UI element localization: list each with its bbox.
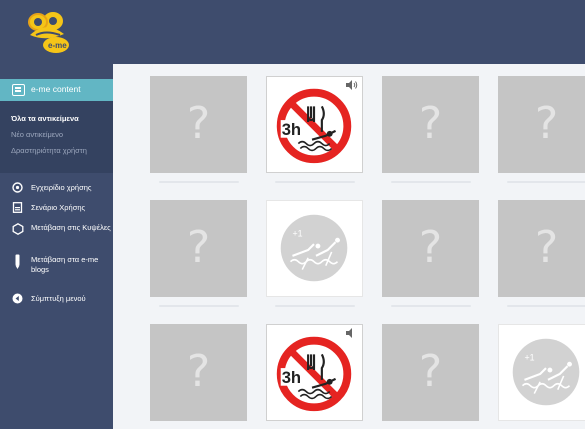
top-bar: e-me [0, 0, 585, 64]
no-swimming-after-eating-image: 3h [276, 88, 352, 164]
card-swimmers-plus-one[interactable]: +1 [266, 200, 363, 297]
sidebar-subitem-all-objects[interactable]: Όλα τα αντικείμενα [11, 114, 107, 124]
sidebar-item-scenario[interactable]: Σενάριο Χρήσης [0, 202, 113, 216]
card-face-down[interactable]: ? [150, 200, 247, 297]
speaker-icon[interactable] [346, 328, 358, 338]
sidebar-item-label: Μετάβαση στις Κυψέλες [31, 223, 111, 232]
memory-game-board: ? 3h ? ? ? +1 ? ? ? 3h ? +1 [113, 64, 585, 429]
svg-text:e-me: e-me [48, 41, 67, 50]
card-face-down[interactable]: ? [382, 200, 479, 297]
card-text: +1 [292, 228, 302, 238]
sidebar-submenu: Όλα τα αντικείμενα Νέο αντικείμενο Δραστ… [0, 101, 113, 173]
sidebar-item-label: Εγχειρίδιο χρήσης [31, 183, 92, 192]
card-shadow [507, 305, 585, 307]
help-icon [12, 182, 23, 193]
card-shadow [507, 181, 585, 183]
question-mark: ? [534, 222, 559, 273]
sidebar-header-e-me-content[interactable]: e-me content [0, 79, 120, 101]
card-face-down[interactable]: ? [150, 76, 247, 173]
card-shadow [391, 305, 471, 307]
card-text: +1 [524, 352, 534, 362]
question-mark: ? [418, 98, 443, 149]
question-mark: ? [186, 98, 211, 149]
card-face-down[interactable]: ? [382, 76, 479, 173]
card-face-down[interactable]: ? [498, 76, 585, 173]
card-shadow [275, 181, 355, 183]
no-swimming-after-eating-image: 3h [276, 336, 352, 412]
content-icon [12, 84, 25, 96]
sidebar-item-label: Σύμπτυξη μενού [31, 294, 86, 303]
question-mark: ? [186, 222, 211, 273]
question-mark: ? [418, 222, 443, 273]
sidebar-item-blogs[interactable]: Μετάβαση στα e-me blogs [0, 254, 113, 280]
card-face-down[interactable]: ? [382, 324, 479, 421]
card-shadow [159, 305, 239, 307]
hexagon-icon [12, 223, 24, 235]
card-shadow [275, 305, 355, 307]
card-face-down[interactable]: ? [498, 200, 585, 297]
card-no-swimming-3h[interactable]: 3h [266, 76, 363, 173]
sidebar: e-me content Όλα τα αντικείμενα Νέο αντι… [0, 64, 121, 429]
collapse-icon [12, 293, 23, 304]
sidebar-header-label: e-me content [31, 84, 81, 94]
sidebar-subitem-user-activity[interactable]: Δραστηριότητα χρήστη [11, 146, 107, 156]
card-shadow [159, 181, 239, 183]
sidebar-item-label: Σενάριο Χρήσης [31, 203, 86, 212]
pencil-icon [15, 254, 20, 269]
question-mark: ? [418, 346, 443, 397]
sidebar-subitem-new-object[interactable]: Νέο αντικείμενο [11, 130, 107, 140]
swimmers-image: +1 [280, 214, 348, 282]
card-swimmers-plus-one[interactable]: +1 [498, 324, 585, 421]
speaker-icon[interactable] [346, 80, 358, 90]
card-face-down[interactable]: ? [150, 324, 247, 421]
card-text: 3h [282, 120, 301, 139]
sidebar-item-collapse-menu[interactable]: Σύμπτυξη μενού [0, 293, 113, 307]
sidebar-item-label: Μετάβαση στα e-me blogs [31, 255, 99, 274]
sidebar-item-hives[interactable]: Μετάβαση στις Κυψέλες [0, 222, 113, 248]
question-mark: ? [534, 98, 559, 149]
question-mark: ? [186, 346, 211, 397]
sidebar-item-manual[interactable]: Εγχειρίδιο χρήσης [0, 182, 113, 196]
card-no-swimming-3h[interactable]: 3h [266, 324, 363, 421]
swimmers-image: +1 [512, 338, 580, 406]
document-icon [12, 202, 23, 213]
card-shadow [391, 181, 471, 183]
e-me-logo[interactable]: e-me [16, 6, 76, 56]
card-text: 3h [282, 368, 301, 387]
